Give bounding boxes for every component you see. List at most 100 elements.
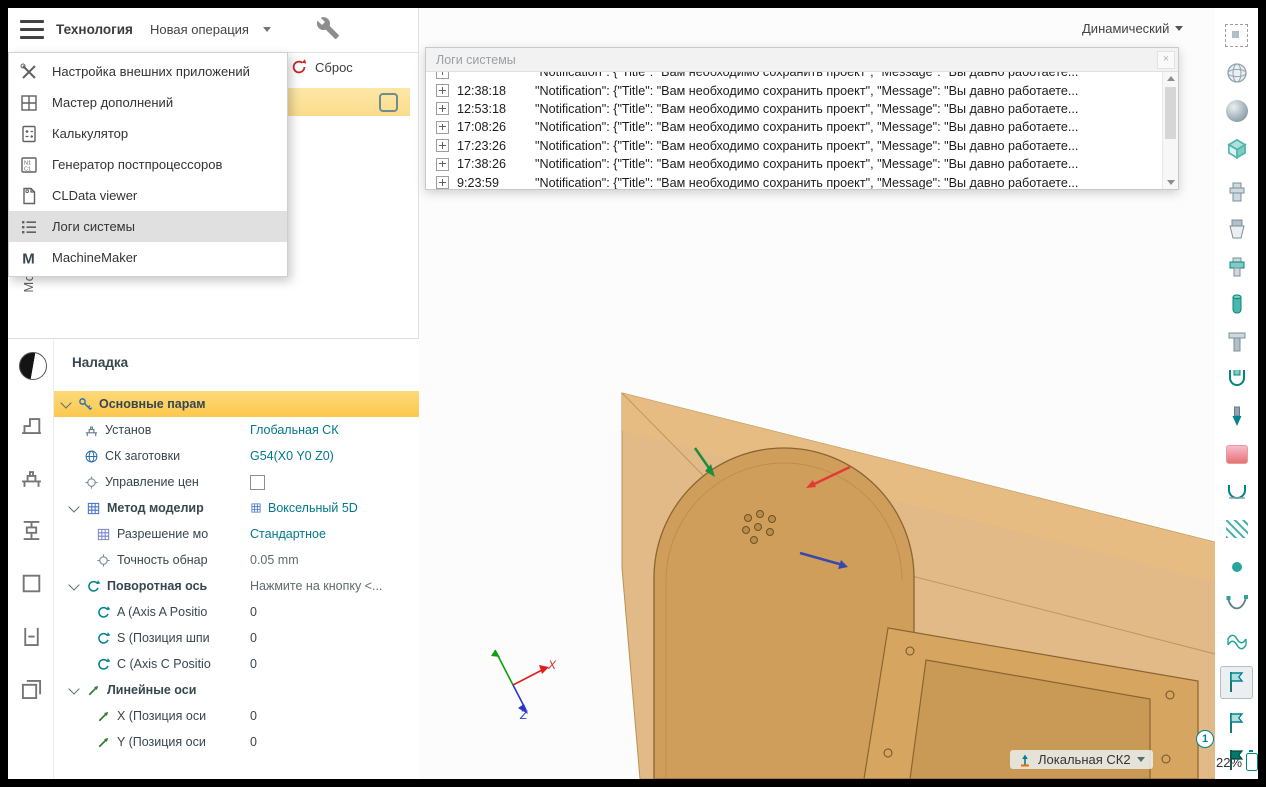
setup-row-model-method[interactable]: Метод моделир Воксельный 5D bbox=[54, 495, 419, 521]
new-operation-dropdown[interactable]: Новая операция bbox=[150, 22, 271, 37]
expand-icon[interactable] bbox=[436, 121, 449, 134]
fit-view-icon[interactable] bbox=[1223, 22, 1250, 49]
chevron-down-icon[interactable] bbox=[68, 501, 79, 512]
log-row[interactable]: 17:08:26 "Notification": {"Title": "Вам … bbox=[426, 118, 1163, 136]
tab-technology[interactable]: Технология bbox=[56, 22, 133, 37]
setup-row-setup[interactable]: Установ Глобальная СК bbox=[54, 417, 419, 443]
point-icon[interactable] bbox=[1223, 553, 1250, 580]
row-value[interactable]: 0 bbox=[250, 735, 415, 749]
setup-row-axis-a[interactable]: A (Axis A Positio 0 bbox=[54, 599, 419, 625]
hamburger-menu-icon[interactable] bbox=[20, 20, 44, 39]
row-value[interactable]: 0 bbox=[250, 709, 415, 723]
row-label: Управление цен bbox=[105, 475, 199, 489]
new-operation-label: Новая операция bbox=[150, 22, 249, 37]
setup-row-detect-accuracy[interactable]: Точность обнар 0.05 mm bbox=[54, 547, 419, 573]
menu-item-calculator[interactable]: Калькулятор bbox=[9, 118, 287, 149]
machine-icon[interactable] bbox=[19, 412, 44, 437]
log-row[interactable]: 17:38:26 "Notification": {"Title": "Вам … bbox=[426, 155, 1163, 173]
row-value[interactable]: 0 bbox=[250, 605, 415, 619]
chevron-down-icon[interactable] bbox=[60, 397, 71, 408]
setup-row-main-params[interactable]: Основные парам bbox=[54, 391, 419, 417]
setup-section-icon[interactable] bbox=[19, 352, 47, 380]
blank-icon[interactable] bbox=[19, 571, 44, 596]
menu-item-machinemaker[interactable]: MachineMaker bbox=[9, 242, 287, 273]
log-row[interactable]: "Notification": {"Title": "Вам необходим… bbox=[426, 72, 1163, 81]
wireframe-view-icon[interactable] bbox=[1223, 60, 1250, 87]
checkbox[interactable] bbox=[250, 475, 265, 490]
menu-item-label: Калькулятор bbox=[52, 126, 128, 141]
scrollbar-thumb[interactable] bbox=[1165, 87, 1176, 139]
sheets-icon[interactable] bbox=[19, 677, 44, 702]
flag-active-icon[interactable] bbox=[1220, 666, 1253, 699]
operation-icon bbox=[379, 93, 398, 112]
wrench-icon[interactable] bbox=[316, 16, 340, 40]
reset-button[interactable]: Сброс bbox=[290, 58, 353, 76]
translucent-view-icon[interactable] bbox=[1223, 135, 1250, 162]
menu-item-addon-wizard[interactable]: Мастер дополнений bbox=[9, 87, 287, 118]
press-icon[interactable] bbox=[19, 518, 44, 543]
surface-icon[interactable] bbox=[1223, 628, 1250, 655]
row-value[interactable]: 0 bbox=[250, 657, 415, 671]
expand-icon[interactable] bbox=[436, 158, 449, 171]
row-value[interactable]: G54(X0 Y0 Z0) bbox=[250, 449, 415, 463]
menu-item-external-apps[interactable]: Настройка внешних приложений bbox=[9, 56, 287, 87]
scroll-up-icon[interactable] bbox=[1167, 76, 1175, 81]
close-icon[interactable] bbox=[1157, 51, 1175, 69]
fixture-2-icon[interactable] bbox=[1223, 216, 1250, 243]
coordinate-system-dropdown[interactable]: Локальная СК2 bbox=[1010, 750, 1153, 769]
setup-row-axis-x[interactable]: X (Позиция оси 0 bbox=[54, 703, 419, 729]
row-value[interactable]: 0.05 mm bbox=[250, 553, 415, 567]
log-row[interactable]: 9:23:59 "Notification": {"Title": "Вам н… bbox=[426, 173, 1163, 189]
fixture-6-icon[interactable] bbox=[1223, 366, 1250, 393]
shaded-view-icon[interactable] bbox=[1223, 97, 1250, 124]
globe-icon bbox=[84, 449, 99, 464]
setup-row-spindle-pos[interactable]: S (Позиция шпи 0 bbox=[54, 625, 419, 651]
setup-row-workpiece-cs[interactable]: СК заготовки G54(X0 Y0 Z0) bbox=[54, 443, 419, 469]
row-value[interactable]: Стандартное bbox=[250, 527, 415, 541]
fixture-4-icon[interactable] bbox=[1223, 291, 1250, 318]
tool-icon[interactable] bbox=[1223, 403, 1250, 430]
log-row[interactable]: 17:23:26 "Notification": {"Title": "Вам … bbox=[426, 137, 1163, 155]
flag-icon[interactable] bbox=[1223, 709, 1250, 736]
fixture-1-icon[interactable] bbox=[1223, 178, 1250, 205]
scrollbar[interactable] bbox=[1162, 72, 1178, 189]
crosshair-icon bbox=[84, 475, 99, 490]
cldata-viewer-icon bbox=[19, 186, 39, 206]
setup-row-linear-axes[interactable]: Линейные оси bbox=[54, 677, 419, 703]
expand-icon[interactable] bbox=[436, 84, 449, 97]
fixture-3-icon[interactable] bbox=[1223, 253, 1250, 280]
expand-icon[interactable] bbox=[436, 139, 449, 152]
logs-panel-titlebar[interactable]: Логи системы bbox=[426, 48, 1178, 72]
hatch-icon[interactable] bbox=[1223, 516, 1250, 543]
clamp-icon[interactable] bbox=[19, 624, 44, 649]
menu-item-system-logs[interactable]: Логи системы bbox=[9, 211, 287, 242]
menu-item-cldata-viewer[interactable]: CLData viewer bbox=[9, 180, 287, 211]
view-mode-dropdown[interactable]: Динамический bbox=[1082, 21, 1183, 36]
workpiece-icon[interactable] bbox=[1223, 441, 1250, 468]
log-row[interactable]: 12:38:18 "Notification": {"Title": "Вам … bbox=[426, 81, 1163, 99]
row-label: Метод моделир bbox=[107, 501, 204, 515]
toolpath-icon[interactable] bbox=[1223, 478, 1250, 505]
log-row[interactable]: 12:53:18 "Notification": {"Title": "Вам … bbox=[426, 100, 1163, 118]
menu-item-label: Генератор постпроцессоров bbox=[52, 157, 222, 172]
setup-row-rotary-axis[interactable]: Поворотная ось Нажмите на кнопку <... bbox=[54, 573, 419, 599]
setup-row-center-control[interactable]: Управление цен bbox=[54, 469, 419, 495]
row-value[interactable]: Нажмите на кнопку <... bbox=[250, 579, 415, 593]
expand-icon[interactable] bbox=[436, 102, 449, 115]
row-value[interactable]: Глобальная СК bbox=[250, 423, 415, 437]
bench-icon[interactable] bbox=[19, 465, 44, 490]
curve-icon[interactable] bbox=[1223, 591, 1250, 618]
scroll-down-icon[interactable] bbox=[1167, 180, 1175, 185]
row-value[interactable]: 0 bbox=[250, 631, 415, 645]
row-label: C (Axis C Positio bbox=[117, 657, 211, 671]
setup-row-axis-c[interactable]: C (Axis C Positio 0 bbox=[54, 651, 419, 677]
fixture-5-icon[interactable] bbox=[1223, 328, 1250, 355]
menu-item-postprocessor-generator[interactable]: Генератор постпроцессоров bbox=[9, 149, 287, 180]
chevron-down-icon[interactable] bbox=[68, 579, 79, 590]
row-value[interactable]: Воксельный 5D bbox=[250, 501, 415, 515]
expand-icon[interactable] bbox=[436, 176, 449, 189]
chevron-down-icon[interactable] bbox=[68, 683, 79, 694]
setup-row-model-resolution[interactable]: Разрешение мо Стандартное bbox=[54, 521, 419, 547]
setup-row-axis-y[interactable]: Y (Позиция оси 0 bbox=[54, 729, 419, 755]
expand-icon[interactable] bbox=[436, 72, 449, 79]
